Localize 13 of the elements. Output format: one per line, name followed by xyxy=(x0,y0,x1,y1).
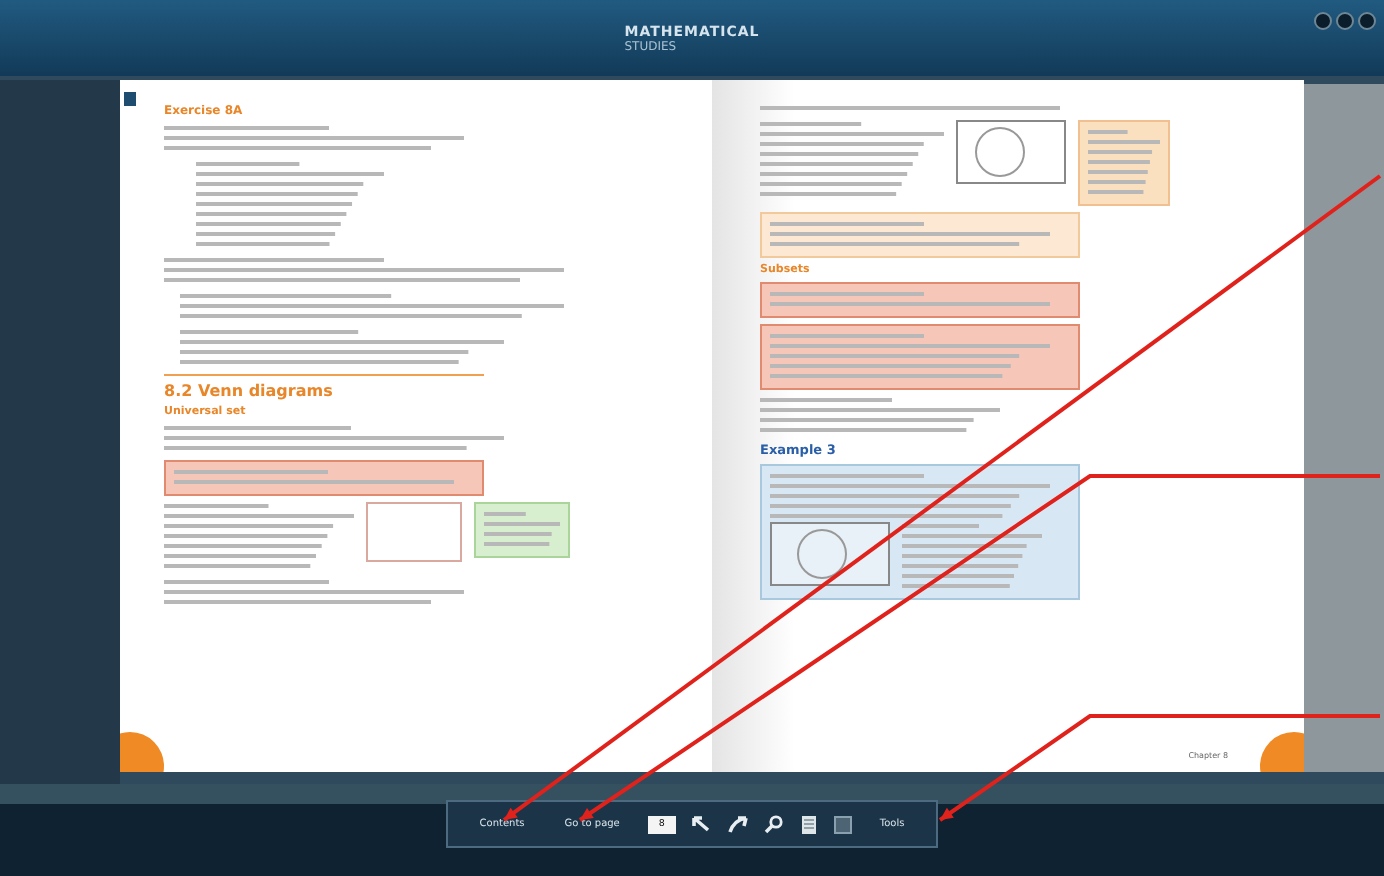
toolbar-icon-button[interactable] xyxy=(763,814,784,834)
venn-diagram xyxy=(770,522,890,586)
toolbar-icon-button[interactable] xyxy=(799,813,818,835)
square-icon xyxy=(833,815,852,833)
back-arrow-icon xyxy=(691,814,712,834)
search-icon xyxy=(763,814,784,834)
diagram-frame xyxy=(366,502,462,562)
toolbar-icon-button[interactable] xyxy=(833,815,852,833)
page-icon xyxy=(799,813,818,835)
section-heading: 8.2 Venn diagrams xyxy=(164,382,335,400)
forward-arrow-icon xyxy=(727,814,748,834)
text-lines-drawing xyxy=(484,510,560,550)
venn-diagram xyxy=(956,120,1066,184)
